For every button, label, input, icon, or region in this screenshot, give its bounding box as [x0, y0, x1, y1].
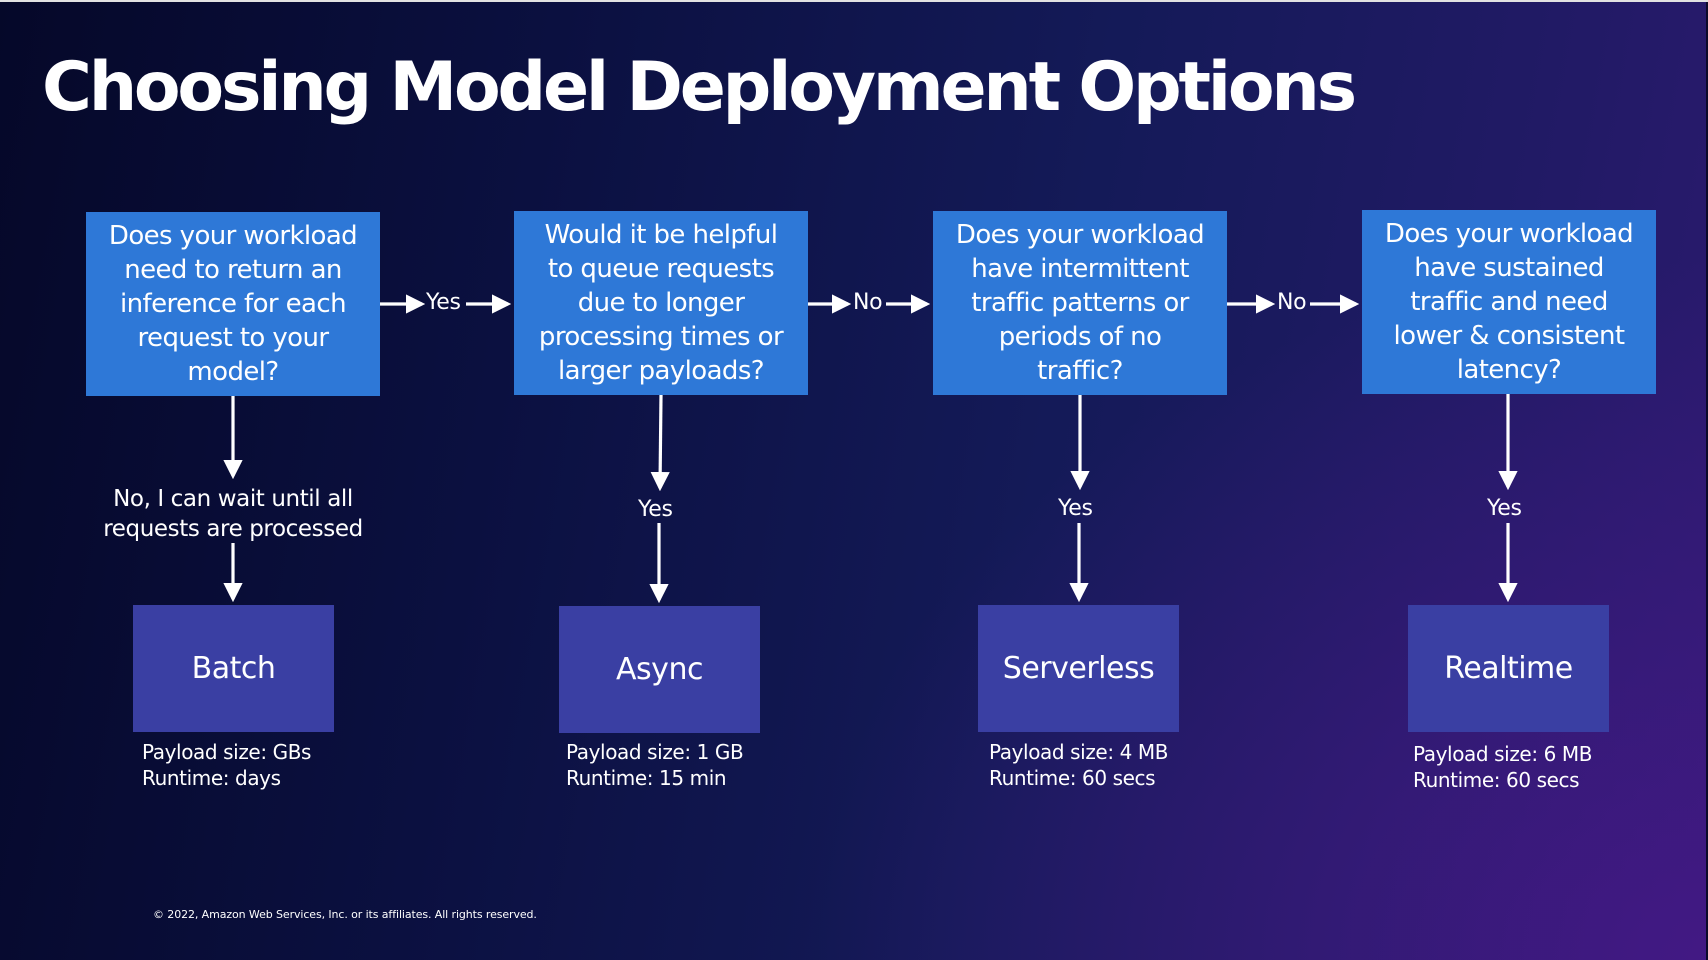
specs-serverless: Payload size: 4 MB Runtime: 60 secs: [989, 739, 1168, 791]
slide-title: Choosing Model Deployment Options: [42, 48, 1357, 127]
runtime: Runtime: 60 secs: [989, 766, 1156, 790]
window-top-strip: [0, 0, 1708, 2]
payload-size: Payload size: 1 GB: [566, 740, 744, 764]
result-name: Serverless: [1002, 651, 1155, 686]
flow-arrows: [223, 294, 1518, 604]
runtime: Runtime: 15 min: [566, 766, 727, 790]
question-box-intermittent-traffic: Does your workload have intermittent tra…: [933, 211, 1227, 395]
edge-label-no: No: [1277, 290, 1307, 315]
specs-realtime: Payload size: 6 MB Runtime: 60 secs: [1413, 741, 1592, 793]
result-box-async: Async: [559, 606, 760, 733]
result-box-batch: Batch: [133, 605, 334, 732]
edge-label-yes: Yes: [638, 497, 673, 522]
copyright-footer: © 2022, Amazon Web Services, Inc. or its…: [153, 908, 537, 921]
question-box-sustained-traffic: Does your workload have sustained traffi…: [1362, 210, 1656, 394]
payload-size: Payload size: 4 MB: [989, 740, 1169, 764]
question-text: Does your workload have intermittent tra…: [955, 220, 1205, 386]
result-box-realtime: Realtime: [1408, 605, 1609, 732]
specs-batch: Payload size: GBs Runtime: days: [142, 739, 311, 791]
result-name: Async: [616, 652, 703, 687]
question-text: Would it be helpful to queue requests du…: [538, 220, 784, 386]
edge-label-yes: Yes: [1487, 496, 1522, 521]
runtime: Runtime: days: [142, 766, 281, 790]
arrow-q2-down: [650, 394, 670, 492]
result-box-serverless: Serverless: [978, 605, 1179, 732]
specs-async: Payload size: 1 GB Runtime: 15 min: [566, 739, 744, 791]
payload-size: Payload size: 6 MB: [1413, 742, 1593, 766]
edge-label-no: No: [853, 290, 883, 315]
edge-label-yes: Yes: [426, 290, 461, 315]
question-box-queue-requests: Would it be helpful to queue requests du…: [514, 211, 808, 395]
runtime: Runtime: 60 secs: [1413, 768, 1580, 792]
question-text: Does your workload need to return an inf…: [108, 221, 358, 387]
result-name: Batch: [191, 651, 276, 686]
result-name: Realtime: [1444, 651, 1573, 686]
question-text: Does your workload have sustained traffi…: [1384, 219, 1634, 385]
question-box-return-inference: Does your workload need to return an inf…: [86, 212, 380, 396]
payload-size: Payload size: GBs: [142, 740, 312, 764]
edge-label-yes: Yes: [1058, 496, 1093, 521]
edge-label-no-wait: No, I can wait until all requests are pr…: [103, 486, 363, 542]
